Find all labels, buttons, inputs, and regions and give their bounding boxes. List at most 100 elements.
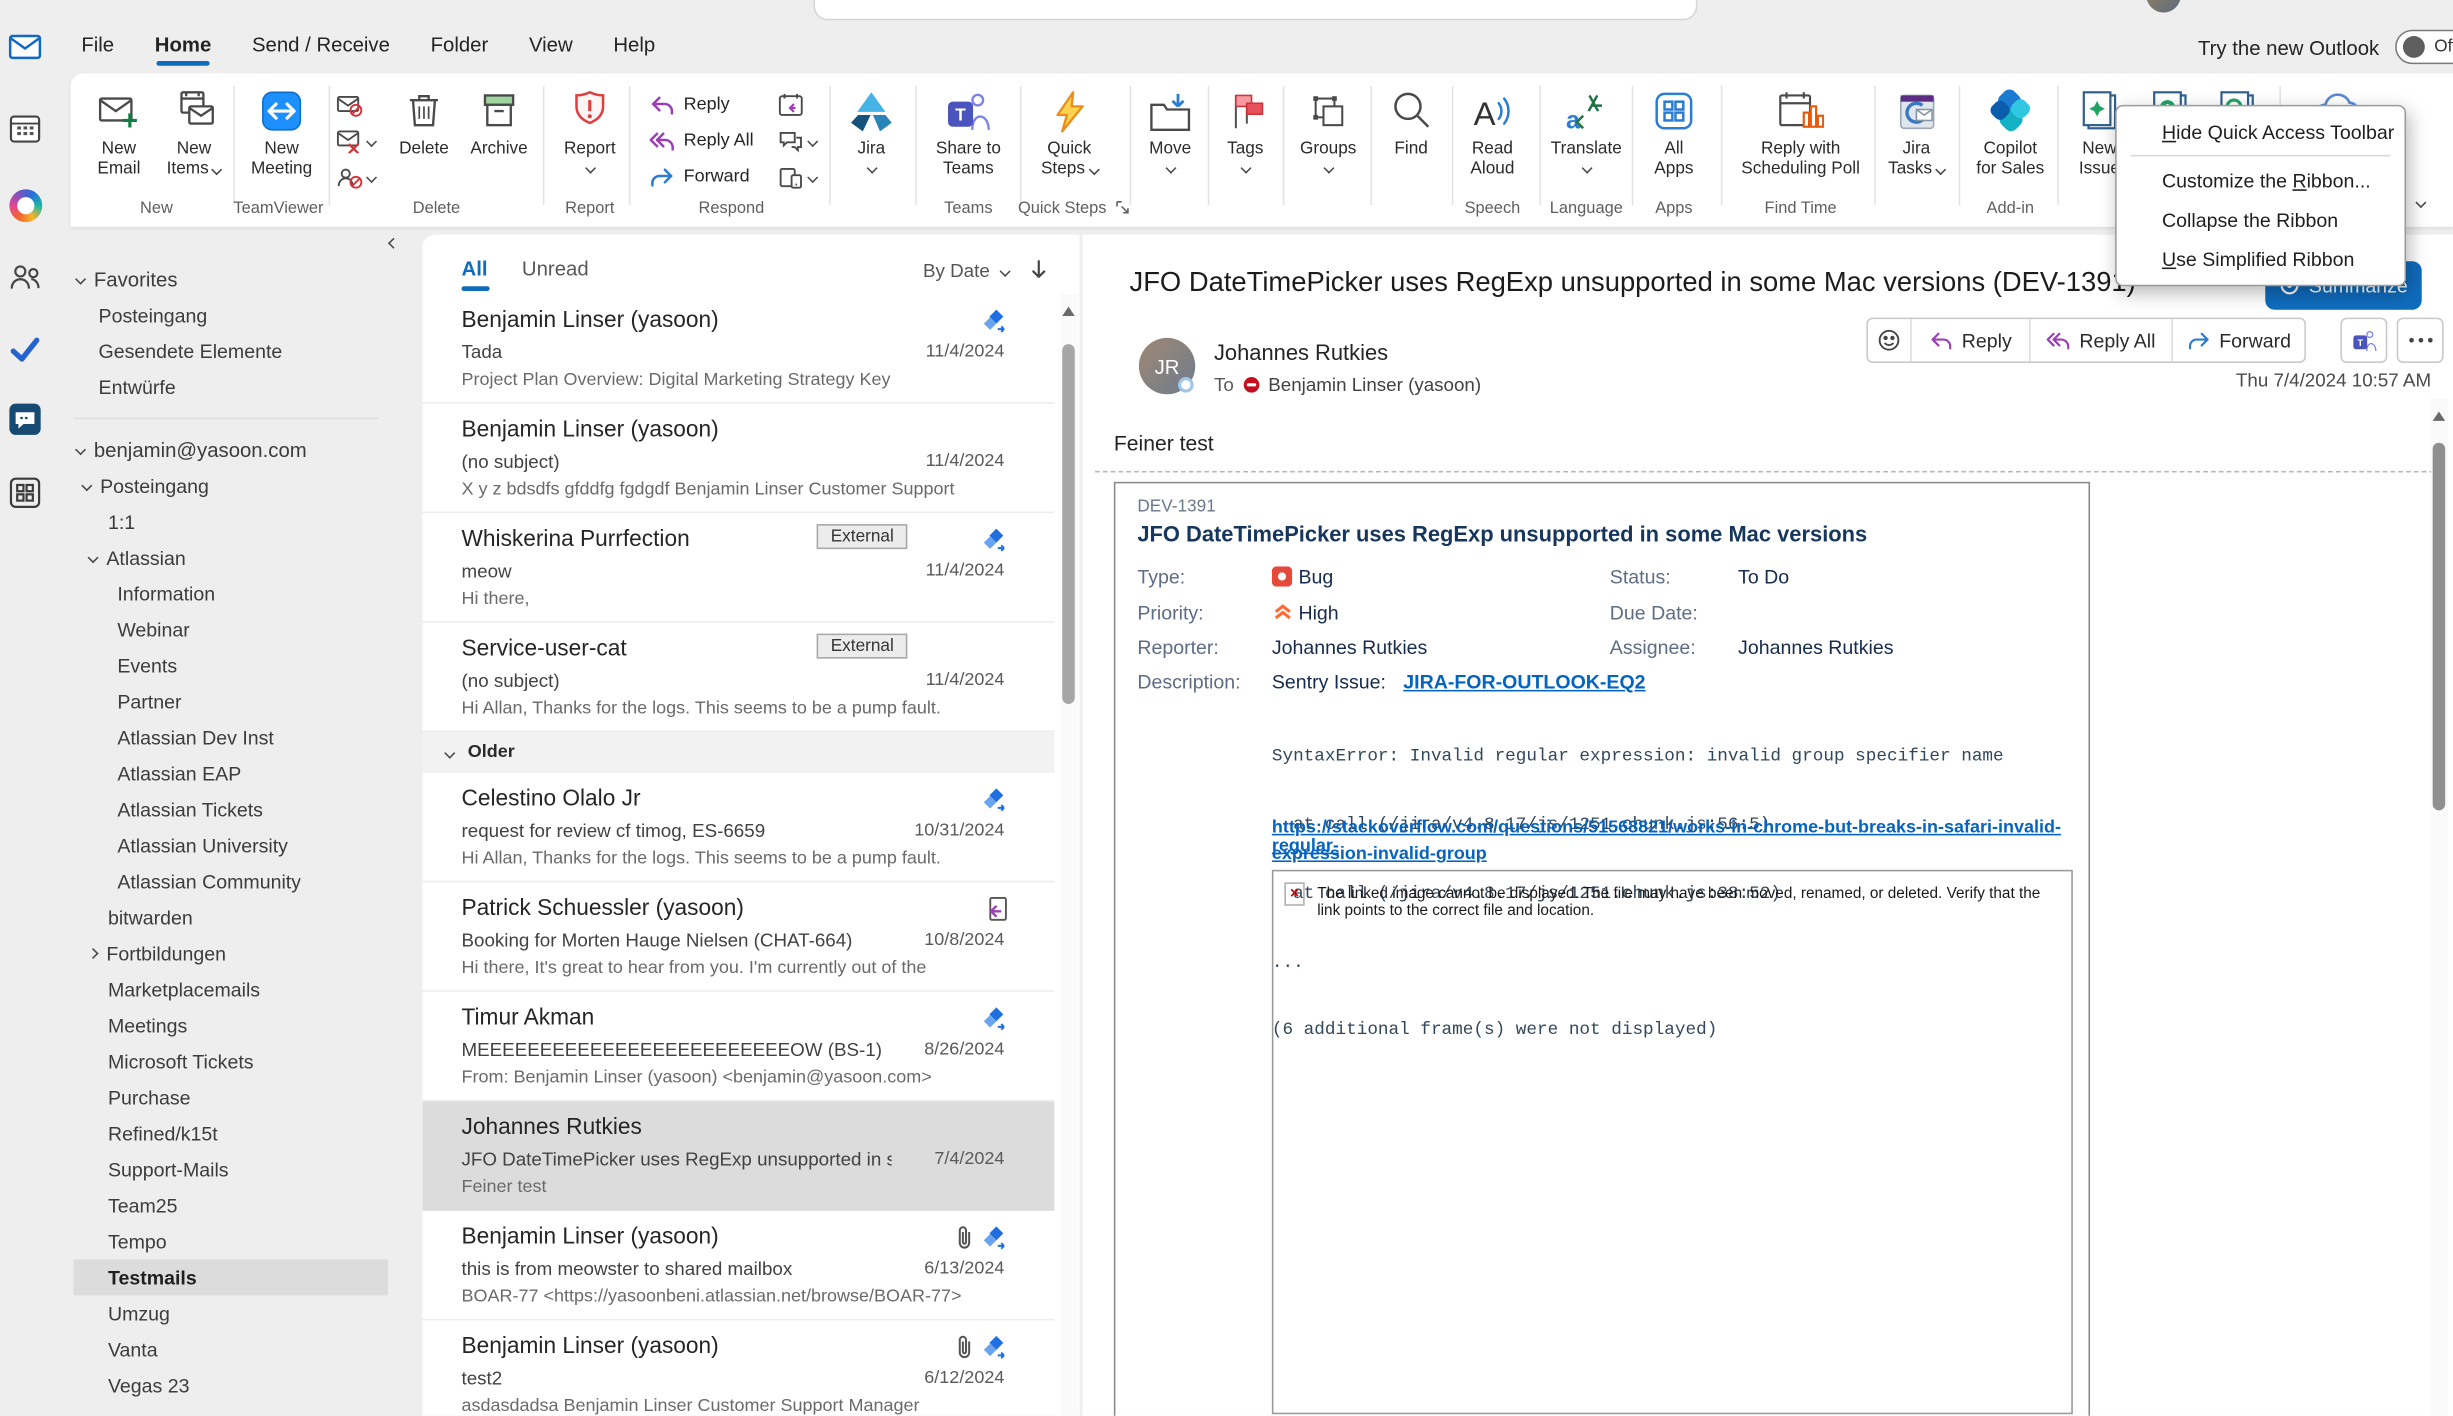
sidebar-item-atlassian-dev-inst[interactable]: Atlassian Dev Inst (74, 720, 388, 756)
list-item[interactable]: Patrick Schuessler (yasoon) Booking for … (422, 882, 1054, 992)
sidebar-item-atlassian-eap[interactable]: Atlassian EAP (74, 756, 388, 792)
groups-button[interactable]: Groups (1289, 83, 1367, 172)
scheduling-poll-button[interactable]: Reply with Scheduling Poll (1729, 83, 1873, 180)
sidebar-item-atlassian-university[interactable]: Atlassian University (74, 828, 388, 864)
rail-calendar-icon[interactable] (6, 110, 44, 148)
sidebar-item-gesendete[interactable]: Gesendete Elemente (74, 333, 388, 369)
sidebar-item-refined-k15t[interactable]: Refined/k15t (74, 1115, 388, 1151)
menu-item-hide-quick-access[interactable]: Hide Quick Access Toolbar (2117, 113, 2405, 152)
list-scrollbar[interactable] (1061, 294, 1078, 1416)
jira-tasks-button[interactable]: Jira Tasks (1880, 83, 1952, 180)
list-item[interactable]: Benjamin Linser (yasoon) this is from me… (422, 1211, 1054, 1321)
sidebar-item-marketplacemails[interactable]: Marketplacemails (74, 971, 388, 1007)
archive-button[interactable]: Archive (462, 83, 537, 160)
sidebar-item-vegas-23[interactable]: Vegas 23 (74, 1367, 388, 1403)
menu-file[interactable]: File (81, 33, 114, 56)
account-avatar[interactable] (2146, 0, 2180, 13)
list-item[interactable]: Benjamin Linser (yasoon) test2 asdasdads… (422, 1320, 1054, 1415)
sidebar-item-webinar[interactable]: Webinar (74, 612, 388, 648)
delete-button[interactable]: Delete (390, 83, 459, 160)
list-item[interactable]: Celestino Olalo Jr request for review cf… (422, 773, 1054, 883)
recipient-name[interactable]: Benjamin Linser (yasoon) (1268, 374, 1481, 396)
list-item-selected[interactable]: Johannes Rutkies JFO DateTimePicker uses… (422, 1101, 1054, 1211)
list-item[interactable]: Service-user-cat External (no subject) H… (422, 623, 1054, 733)
tab-unread[interactable]: Unread (522, 257, 589, 280)
sidebar-item-umzug[interactable]: Umzug (74, 1295, 388, 1331)
sidebar-item-entwuerfe[interactable]: Entwürfe (74, 369, 388, 405)
forward-button[interactable]: Forward (649, 161, 749, 192)
menu-item-use-simplified-ribbon[interactable]: Use Simplified Ribbon (2117, 239, 2405, 278)
new-items-button[interactable]: New Items (158, 83, 230, 180)
search-box-remnant[interactable] (813, 0, 1697, 20)
rail-people-icon[interactable] (6, 258, 44, 296)
sidebar-item-team25[interactable]: Team25 (74, 1187, 388, 1223)
collapse-sidebar-icon[interactable] (388, 238, 399, 249)
more-actions-button[interactable] (2397, 318, 2444, 363)
tags-button[interactable]: Tags (1214, 83, 1277, 172)
menu-item-collapse-ribbon[interactable]: Collapse the Ribbon (2117, 200, 2405, 239)
quick-steps-dialog-launcher[interactable] (1115, 200, 1129, 214)
menu-view[interactable]: View (529, 33, 573, 56)
new-outlook-toggle[interactable]: Off (2395, 30, 2453, 64)
rail-mail-icon[interactable] (6, 28, 44, 66)
sidebar-item-atlassian-community[interactable]: Atlassian Community (74, 864, 388, 900)
menu-home[interactable]: Home (155, 33, 212, 56)
sidebar-header-favorites[interactable]: Favorites (74, 261, 388, 297)
sidebar-item-tempo[interactable]: Tempo (74, 1223, 388, 1259)
sidebar-item-posteingang[interactable]: Posteingang (74, 468, 388, 504)
sidebar-item-purchase[interactable]: Purchase (74, 1079, 388, 1115)
sidebar-item-events[interactable]: Events (74, 648, 388, 684)
share-to-teams-button-pane[interactable]: T (2340, 318, 2387, 363)
list-item[interactable]: Timur Akman MEEEEEEEEEEEEEEEEEEEEEEEEEOW… (422, 992, 1054, 1102)
sidebar-item-partner[interactable]: Partner (74, 684, 388, 720)
list-scrollbar-thumb[interactable] (1062, 344, 1075, 704)
all-apps-button[interactable]: All Apps (1640, 83, 1709, 180)
list-item[interactable]: Benjamin Linser (yasoon) Tada Project Pl… (422, 294, 1054, 404)
sort-direction-icon[interactable] (1029, 260, 1048, 280)
translate-button[interactable]: a Translate (1547, 83, 1625, 172)
new-meeting-button[interactable]: New Meeting (238, 83, 326, 180)
sidebar-item-testmails[interactable]: Testmails (74, 1259, 388, 1295)
sidebar-item-microsoft-tickets[interactable]: Microsoft Tickets (74, 1043, 388, 1079)
reply-all-button[interactable]: Reply All (649, 125, 753, 156)
new-email-button[interactable]: New Email (83, 83, 155, 180)
menu-help[interactable]: Help (613, 33, 655, 56)
rail-viva-engage-icon[interactable] (6, 400, 44, 438)
move-button[interactable]: Move (1136, 83, 1205, 172)
reply-all-button-pane[interactable]: Reply All (2029, 319, 2171, 361)
collapse-ribbon-chevron[interactable] (2415, 197, 2426, 208)
share-to-teams-button[interactable]: T Share to Teams (921, 83, 1015, 180)
reading-scrollbar[interactable] (2431, 399, 2448, 1416)
meeting-reply-button[interactable] (778, 89, 805, 120)
reading-scrollbar-thumb[interactable] (2433, 443, 2446, 811)
sweep-button[interactable] (336, 125, 375, 156)
forward-button-pane[interactable]: Forward (2171, 319, 2304, 361)
sort-by-date[interactable]: By Date (923, 260, 1009, 282)
rail-todo-icon[interactable] (6, 330, 44, 368)
copilot-for-sales-button[interactable]: Copilot for Sales (1966, 83, 2054, 180)
sidebar-item-1-1[interactable]: 1:1 (74, 504, 388, 540)
sidebar-item-support-mails[interactable]: Support-Mails (74, 1151, 388, 1187)
sentry-issue-link[interactable]: JIRA-FOR-OUTLOOK-EQ2 (1403, 671, 1645, 693)
jira-button[interactable]: Jira (840, 83, 903, 172)
reply-other-device-button[interactable] (778, 161, 817, 192)
reactions-button[interactable] (1868, 319, 1910, 361)
sidebar-item-atlassian[interactable]: Atlassian (74, 540, 388, 576)
group-header-older[interactable]: Older (422, 732, 1054, 773)
report-button[interactable]: Report (549, 83, 630, 172)
stackoverflow-link-wrap[interactable]: expression-invalid-group (1272, 845, 1487, 864)
read-aloud-button[interactable]: A Read Aloud (1458, 83, 1527, 180)
tab-all[interactable]: All (462, 257, 488, 280)
quick-steps-button[interactable]: Quick Steps (1026, 83, 1112, 180)
menu-send-receive[interactable]: Send / Receive (252, 33, 390, 56)
junk-button[interactable] (336, 161, 375, 192)
rail-apps-icon[interactable] (6, 474, 44, 512)
menu-folder[interactable]: Folder (431, 33, 489, 56)
sidebar-item-information[interactable]: Information (74, 576, 388, 612)
menu-item-customize-ribbon[interactable]: Customize the Ribbon... (2117, 161, 2405, 200)
find-button[interactable]: Find (1377, 83, 1446, 160)
sidebar-item-posteingang-fav[interactable]: Posteingang (74, 297, 388, 333)
list-item[interactable]: Benjamin Linser (yasoon) (no subject) X … (422, 404, 1054, 514)
sender-name[interactable]: Johannes Rutkies (1214, 339, 1388, 364)
sidebar-item-fortbildungen[interactable]: Fortbildungen (74, 936, 388, 972)
